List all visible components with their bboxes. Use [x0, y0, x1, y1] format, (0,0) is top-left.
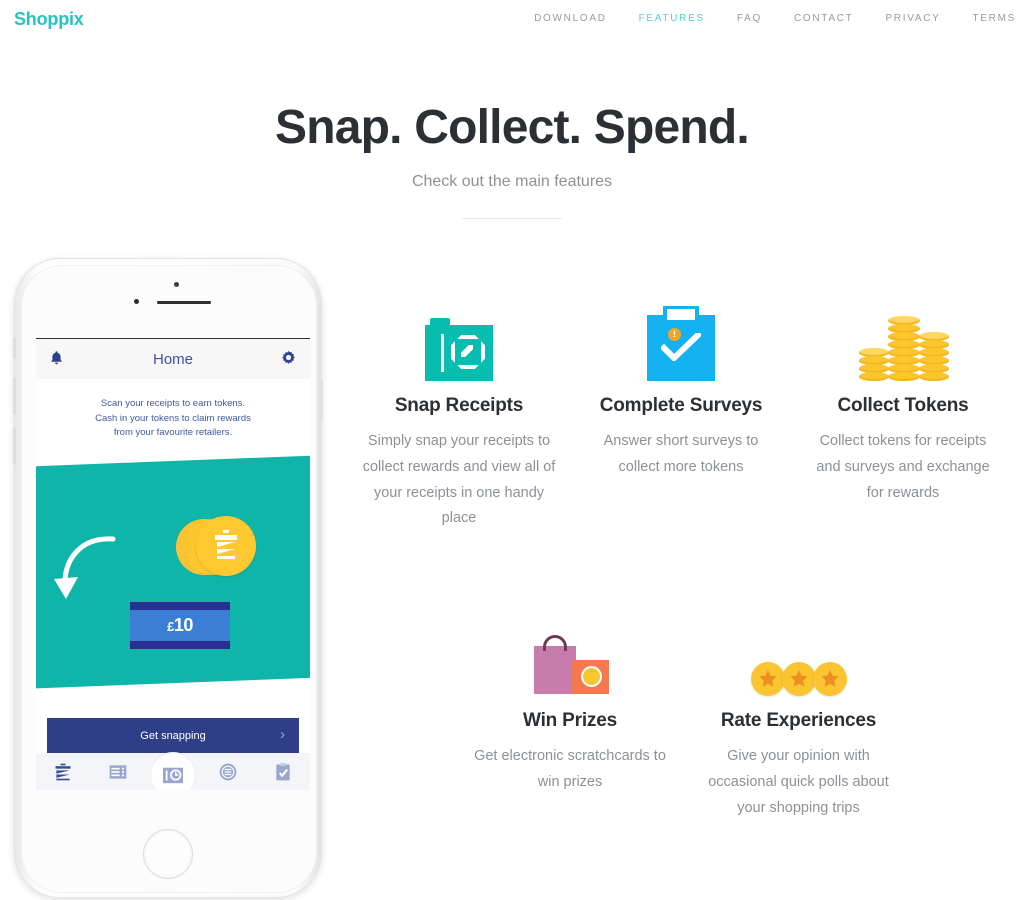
chevron-right-icon: ›	[280, 726, 285, 743]
section-divider	[462, 218, 562, 220]
feature-card-win-prizes: Win Prizes Get electronic scratchcards t…	[459, 600, 681, 821]
feature-description: Simply snap your receipts to collect rew…	[362, 433, 556, 527]
nav-item-faq[interactable]: FAQ	[737, 13, 762, 24]
receipt-token-glyph	[215, 530, 237, 559]
app-copy-line-3: from your favourite retailers.	[113, 427, 233, 439]
feature-title: Rate Experiences	[720, 710, 877, 732]
nav-item-terms[interactable]: TERMS	[973, 13, 1017, 24]
page-title: Snap. Collect. Spend.	[275, 101, 750, 154]
get-snapping-button[interactable]: Get snapping ›	[47, 718, 299, 753]
nav-item-contact[interactable]: CONTACT	[794, 13, 854, 24]
phone-screen: Home Scan your receipts to earn tokens. …	[36, 338, 310, 790]
voucher-note: £10	[130, 602, 230, 649]
nav-item-download[interactable]: DOWNLOAD	[534, 13, 607, 24]
clipboard-check-icon: !	[570, 285, 792, 381]
get-snapping-label: Get snapping	[140, 729, 206, 742]
features-row-1: Snap Receipts Simply snap your receipts …	[348, 285, 1016, 532]
feature-title: Win Prizes	[523, 710, 617, 732]
phone-power-button	[320, 379, 323, 419]
app-copy-line-2: Cash in your tokens to claim rewards	[95, 412, 251, 424]
gear-icon[interactable]	[280, 349, 297, 371]
receipts-list-tab-icon[interactable]	[107, 761, 129, 783]
feature-description: Collect tokens for receipts and surveys …	[816, 433, 990, 501]
surveys-tab-icon[interactable]	[272, 761, 294, 783]
phone-front-camera	[134, 299, 139, 304]
phone-home-button[interactable]	[143, 829, 193, 879]
feature-card-collect-tokens: Collect Tokens Collect tokens for receip…	[792, 285, 1014, 532]
site-header: Shoppix DOWNLOAD FEATURES FAQ CONTACT PR…	[0, 0, 1024, 44]
app-top-bar: Home	[36, 339, 310, 379]
feature-title: Complete Surveys	[599, 395, 763, 416]
phone-volume-down-button	[13, 427, 16, 465]
phone-earpiece-speaker	[157, 301, 211, 304]
phone-volume-up-button	[13, 377, 16, 415]
feature-title: Collect Tokens	[837, 395, 969, 416]
camera-icon	[348, 285, 570, 381]
feature-description: Answer short surveys to collect more tok…	[603, 433, 759, 475]
features-grid: Snap Receipts Simply snap your receipts …	[348, 285, 1016, 822]
token-coins-illustration	[176, 516, 256, 578]
main-navigation: DOWNLOAD FEATURES FAQ CONTACT PRIVACY TE…	[502, 13, 1016, 24]
shopping-bags-icon	[459, 600, 681, 696]
coins-tab-icon[interactable]	[217, 761, 239, 783]
feature-card-snap-receipts: Snap Receipts Simply snap your receipts …	[348, 285, 570, 532]
phone-mockup: Home Scan your receipts to earn tokens. …	[13, 258, 323, 898]
camera-tab-wrapper	[149, 751, 196, 790]
app-bar-title: Home	[152, 350, 193, 368]
app-copy-line-1: Scan your receipts to earn tokens.	[100, 398, 246, 409]
site-logo[interactable]: Shoppix	[14, 9, 84, 30]
feature-description: Get electronic scratchcards to win prize…	[474, 748, 666, 790]
feature-title: Snap Receipts	[394, 395, 524, 416]
app-tab-bar	[36, 751, 310, 790]
camera-tab-icon[interactable]	[149, 751, 196, 790]
feature-card-rate-experiences: Rate Experiences Give your opinion with …	[681, 600, 916, 821]
features-row-2: Win Prizes Get electronic scratchcards t…	[459, 600, 1016, 821]
star-coins-icon	[681, 600, 916, 697]
nav-item-privacy[interactable]: PRIVACY	[885, 13, 940, 24]
coin-stacks-icon	[792, 285, 1014, 381]
app-promo-banner: £10	[36, 455, 310, 689]
page-subtitle: Check out the main features	[411, 173, 613, 191]
curved-arrow-icon	[54, 536, 116, 599]
voucher-value: £10	[167, 615, 193, 635]
feature-card-complete-surveys: ! Complete Surveys Answer short surveys …	[570, 285, 792, 532]
nav-item-features[interactable]: FEATURES	[639, 13, 705, 24]
phone-sensor-dot	[174, 282, 179, 287]
hero-section: Snap. Collect. Spend. Check out the main…	[0, 100, 1024, 220]
feature-description: Give your opinion with occasional quick …	[708, 748, 889, 816]
phone-silent-switch	[13, 337, 16, 359]
tokens-tab-icon[interactable]	[52, 761, 74, 783]
bell-icon[interactable]	[49, 350, 64, 371]
app-promo-copy: Scan your receipts to earn tokens. Cash …	[36, 379, 310, 441]
